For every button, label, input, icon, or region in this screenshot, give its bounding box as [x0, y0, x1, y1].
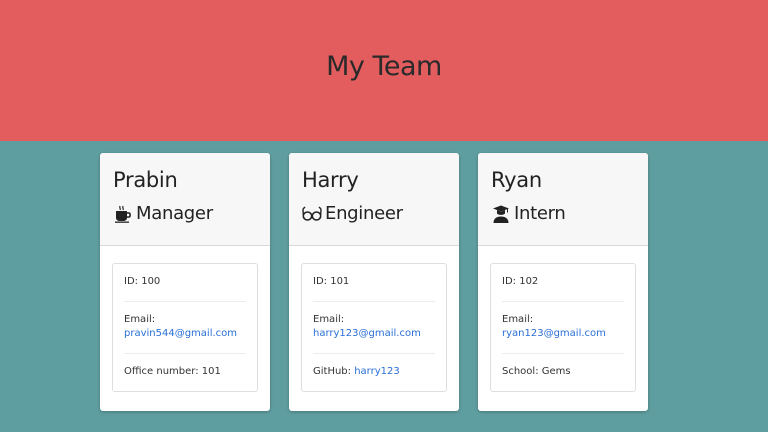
list-item-id: ID: 100 [124, 264, 246, 302]
email-label: Email: [502, 314, 534, 325]
employee-name: Prabin [113, 168, 178, 192]
email-label: Email: [124, 314, 156, 325]
id-label: ID: [124, 276, 142, 287]
employee-name: Harry [302, 168, 359, 192]
email-link[interactable]: pravin544@gmail.com [124, 328, 237, 339]
list-item-id: ID: 101 [313, 264, 435, 302]
employee-role: Intern [491, 204, 635, 224]
employee-info-list: ID: 102 Email: ryan123@gmail.com School:… [490, 263, 636, 392]
employee-role: Manager [113, 204, 257, 224]
office-label: Office number: [124, 366, 202, 377]
github-label: GitHub: [313, 366, 355, 377]
list-item-office: Office number: 101 [124, 354, 246, 391]
employee-role: Engineer [302, 204, 446, 224]
employee-card-engineer: Harry Engineer ID: 101 Email: harry123@g… [289, 153, 459, 411]
card-header: Prabin Manager [100, 153, 270, 246]
graduate-icon [491, 204, 511, 224]
id-label: ID: [313, 276, 331, 287]
list-item-email: Email: pravin544@gmail.com [124, 302, 246, 354]
email-label: Email: [313, 314, 345, 325]
id-value: 100 [141, 276, 161, 287]
email-link[interactable]: ryan123@gmail.com [502, 328, 606, 339]
employee-card-manager: Prabin Manager ID: 100 Email: pravin544@… [100, 153, 270, 411]
school-value: Gems [541, 366, 571, 377]
email-link[interactable]: harry123@gmail.com [313, 328, 421, 339]
github-link[interactable]: harry123 [354, 366, 400, 377]
employee-info-list: ID: 100 Email: pravin544@gmail.com Offic… [112, 263, 258, 392]
list-item-email: Email: harry123@gmail.com [313, 302, 435, 354]
role-label: Manager [136, 203, 213, 224]
coffee-icon [113, 204, 133, 224]
id-label: ID: [502, 276, 520, 287]
page-header: My Team [0, 0, 768, 141]
office-value: 101 [201, 366, 221, 377]
employee-card-intern: Ryan Intern ID: 102 Email: ryan123@gmail… [478, 153, 648, 411]
employee-info-list: ID: 101 Email: harry123@gmail.com GitHub… [301, 263, 447, 392]
employee-name: Ryan [491, 168, 542, 192]
role-label: Intern [514, 203, 566, 224]
role-label: Engineer [325, 203, 403, 224]
glasses-icon [302, 204, 322, 224]
card-header: Ryan Intern [478, 153, 648, 246]
list-item-id: ID: 102 [502, 264, 624, 302]
id-value: 101 [330, 276, 350, 287]
list-item-email: Email: ryan123@gmail.com [502, 302, 624, 354]
list-item-school: School: Gems [502, 354, 624, 391]
list-item-github: GitHub: harry123 [313, 354, 435, 391]
school-label: School: [502, 366, 542, 377]
page-title: My Team [326, 51, 442, 82]
id-value: 102 [519, 276, 539, 287]
card-header: Harry Engineer [289, 153, 459, 246]
